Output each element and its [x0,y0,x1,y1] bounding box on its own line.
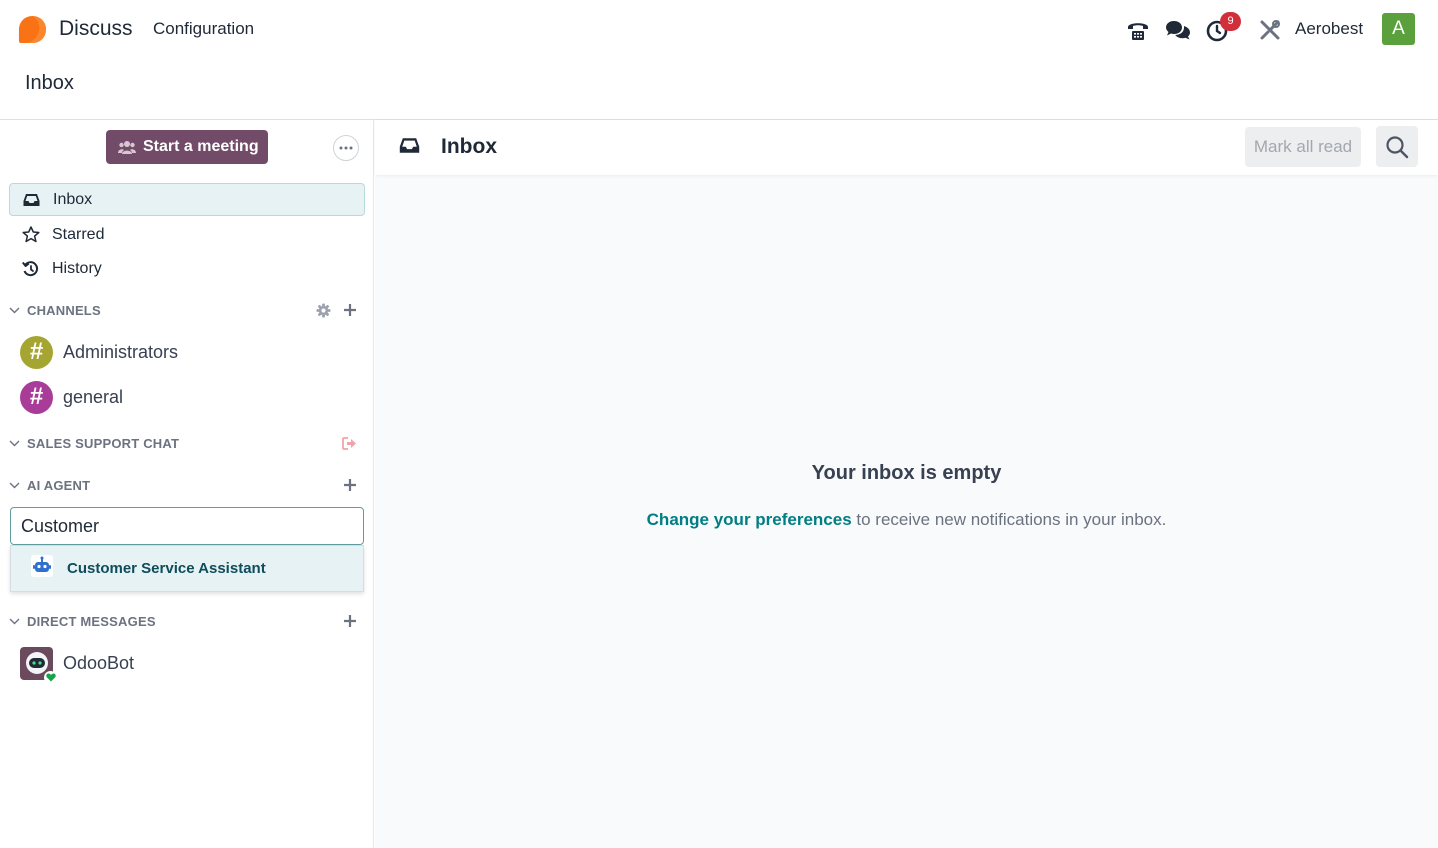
breadcrumb: Inbox [25,72,74,94]
top-navbar: Discuss Configuration 9 Aerobest A [0,0,1438,60]
gear-icon[interactable] [316,302,331,318]
inbox-icon [23,193,43,207]
channel-hash-icon: # [20,380,53,414]
mailbox-history-label: History [52,259,102,277]
mailbox-history[interactable]: History [9,252,365,285]
start-meeting-label: Start a meeting [143,138,259,155]
ai-agent-search-input[interactable] [10,507,364,545]
chevron-down-icon[interactable] [9,440,27,447]
users-icon [118,140,136,155]
category-direct-messages-label[interactable]: DIRECT MESSAGES [27,614,156,629]
add-ai-agent-plus-icon[interactable] [343,478,357,492]
star-icon [22,226,42,243]
robot-icon [31,555,53,582]
mark-all-read-button[interactable]: Mark all read [1245,127,1361,167]
channel-hash-icon: # [20,335,53,369]
odoobot-avatar [20,646,57,684]
app-name[interactable]: Discuss [59,17,133,41]
channel-administrators[interactable]: # Administrators [20,334,365,370]
category-direct-messages: DIRECT MESSAGES [9,611,365,631]
messages-icon[interactable] [1165,17,1191,43]
user-avatar[interactable]: A [1382,13,1415,45]
company-switcher[interactable]: Aerobest [1295,19,1363,39]
category-sales-support-chat: SALES SUPPORT CHAT [9,433,365,453]
search-button[interactable] [1376,126,1418,167]
chevron-down-icon[interactable] [9,482,27,489]
thread-title: Inbox [441,135,497,158]
empty-inbox-message: Change your preferences to receive new n… [375,510,1438,530]
mailbox-inbox[interactable]: Inbox [9,183,365,216]
activity-badge: 9 [1220,12,1241,31]
chevron-down-icon[interactable] [9,307,27,314]
thread-panel: Inbox Mark all read Your inbox is empty … [375,120,1438,848]
chevron-down-icon[interactable] [9,618,27,625]
start-meeting-button[interactable]: Start a meeting [106,130,268,164]
add-direct-message-plus-icon[interactable] [343,614,357,628]
add-channel-plus-icon[interactable] [343,303,357,317]
dm-name: OdooBot [63,652,135,673]
more-options-button[interactable] [333,135,359,161]
ai-agent-suggestion-item[interactable]: Customer Service Assistant [10,545,364,592]
channel-general[interactable]: # general [20,379,365,415]
channel-name: general [63,386,124,407]
thread-header: Inbox Mark all read [375,120,1438,175]
category-channels-label[interactable]: CHANNELS [27,303,101,318]
category-sales-support-label[interactable]: SALES SUPPORT CHAT [27,436,179,451]
inbox-icon [399,137,420,159]
online-heart-icon [44,670,57,684]
empty-inbox-title: Your inbox is empty [811,462,1002,484]
ellipsis-icon [339,146,353,150]
discuss-logo-icon[interactable] [18,15,47,44]
search-icon [1386,135,1409,158]
phone-icon[interactable] [1125,17,1151,43]
channel-name: Administrators [63,341,179,362]
category-ai-agent: AI AGENT [9,475,365,495]
debug-tools-icon[interactable] [1257,17,1283,43]
history-icon [22,260,42,277]
category-channels: CHANNELS [9,300,365,320]
change-preferences-link[interactable]: Change your preferences [647,510,852,529]
mailbox-starred-label: Starred [52,225,105,243]
discuss-sidebar: Start a meeting Inbox Starred History CH… [0,120,374,848]
leave-sign-out-icon[interactable] [342,436,357,450]
empty-inbox-text: to receive new notifications in your inb… [851,510,1167,529]
menu-configuration[interactable]: Configuration [153,19,254,39]
mailbox-inbox-label: Inbox [53,190,93,208]
category-ai-agent-label[interactable]: AI AGENT [27,478,90,493]
ai-agent-suggestion-label: Customer Service Assistant [67,560,266,577]
dm-odoobot[interactable]: OdooBot [20,645,365,684]
mailbox-starred[interactable]: Starred [9,218,365,251]
